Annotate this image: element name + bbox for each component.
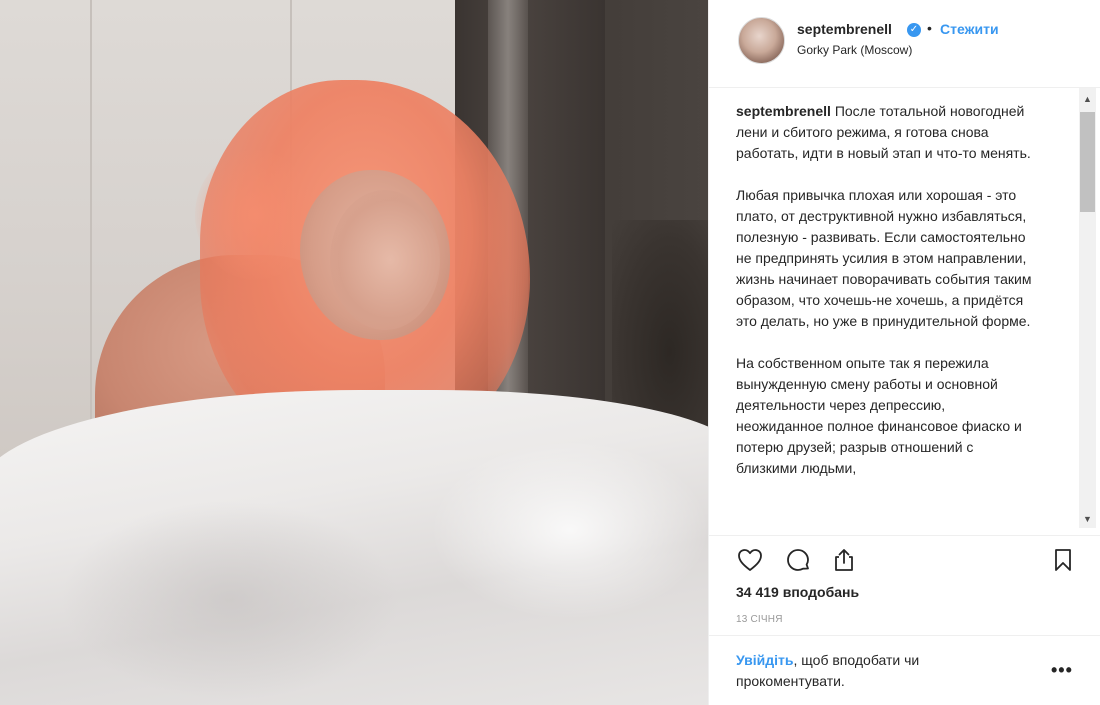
photo-bedsheet-fold [430,440,708,620]
caption-paragraph: Любая привычка плохая или хорошая - это … [736,187,1032,329]
photo-bedsheet-fold [60,500,400,700]
location-link[interactable]: Gorky Park (Moscow) [797,43,912,57]
scroll-up-arrow-icon[interactable]: ▲ [1079,92,1096,106]
post-header: septembrenell ✓ • Стежити Gorky Park (Mo… [709,0,1100,88]
heart-icon [738,549,762,571]
likes-count[interactable]: 34 419 вподобань [736,584,859,600]
avatar[interactable] [738,17,785,64]
caption-text: septembrenell После тотальной новогодней… [736,101,1036,500]
separator-dot: • [927,20,932,36]
caption-paragraph: На собственном опыте так я пережила выну… [736,355,1022,476]
caption-author-link[interactable]: septembrenell [736,103,831,119]
photo-subject-hair [195,150,315,280]
action-bar [709,535,1100,585]
scrollbar-thumb[interactable] [1080,112,1095,212]
scroll-down-arrow-icon[interactable]: ▼ [1079,512,1096,526]
verified-badge-icon: ✓ [907,23,921,37]
share-icon [835,549,853,571]
post-side-panel: septembrenell ✓ • Стежити Gorky Park (Mo… [708,0,1100,705]
more-options-icon[interactable]: ••• [1051,660,1073,681]
username-link[interactable]: septembrenell [797,21,892,37]
caption-scroll-area[interactable]: septembrenell После тотальной новогодней… [709,88,1100,535]
share-button[interactable] [828,544,860,576]
like-button[interactable] [734,544,766,576]
post-date[interactable]: 13 СІЧНЯ [736,614,783,625]
photo-wall-seam [90,0,92,460]
follow-button[interactable]: Стежити [940,21,999,37]
login-prompt-text: Увійдіть, щоб вподобати чи прокоментуват… [736,650,1006,692]
save-button[interactable] [1047,544,1079,576]
post-photo[interactable] [0,0,708,705]
comment-icon [787,549,809,571]
login-prompt: Увійдіть, щоб вподобати чи прокоментуват… [709,635,1100,705]
comment-button[interactable] [782,544,814,576]
bookmark-icon [1055,549,1071,571]
photo-subject-face-light [330,190,440,330]
login-link[interactable]: Увійдіть [736,652,794,668]
